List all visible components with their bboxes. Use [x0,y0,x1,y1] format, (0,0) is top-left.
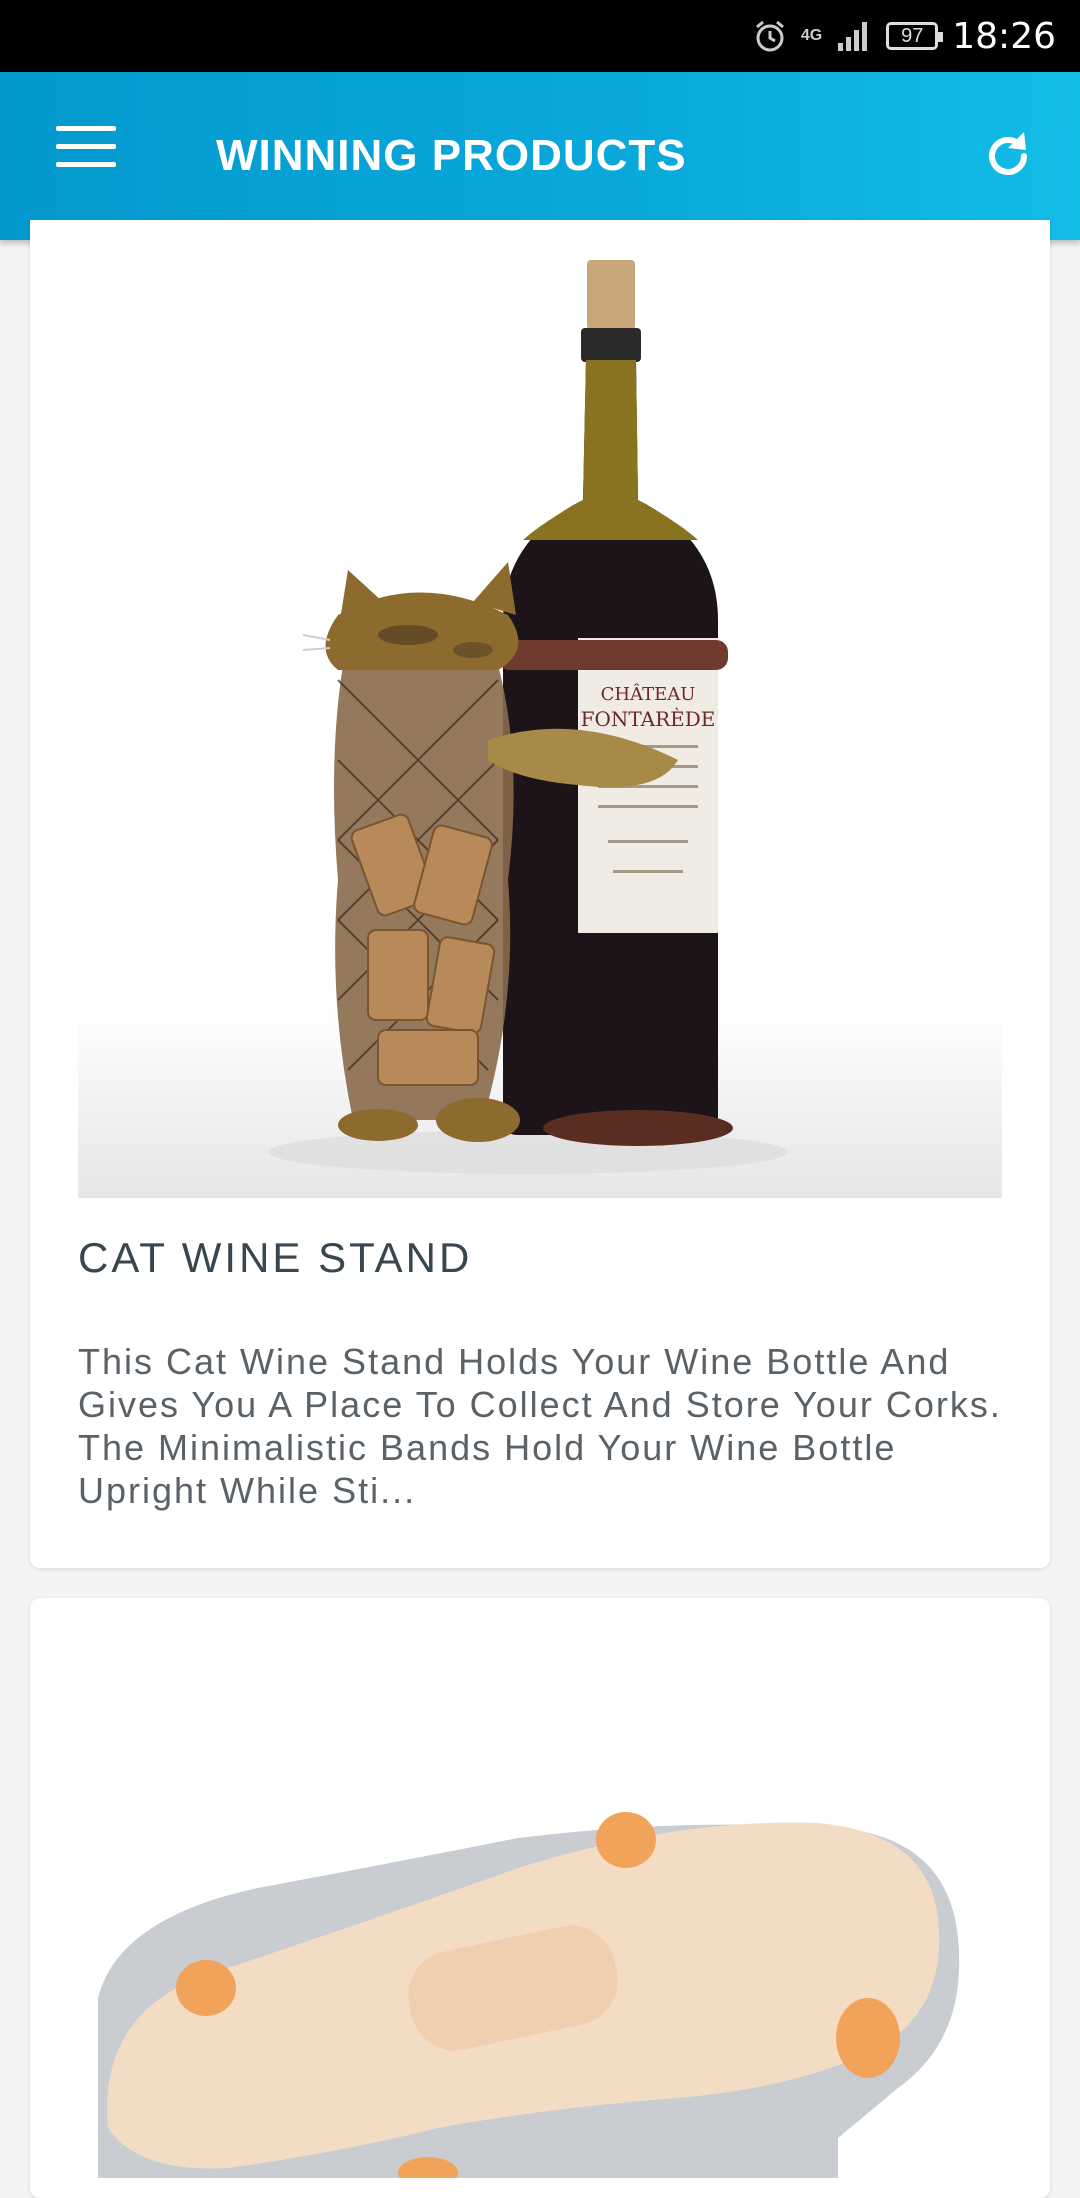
product-card[interactable]: CHÂTEAU FONTARÈDE CAT WINE STAND This Ca… [30,220,1050,1568]
product-image-art [98,1812,960,2178]
page-title: WINNING PRODUCTS [216,131,687,180]
product-image[interactable]: CHÂTEAU FONTARÈDE [78,240,1002,1198]
signal-icon [838,22,868,51]
status-icons: 4G 97 18:26 [753,0,1056,72]
app-bar: WINNING PRODUCTS [0,72,1080,240]
product-title[interactable]: CAT WINE STAND [78,1234,472,1282]
status-time: 18:26 [952,15,1056,57]
svg-text:CHÂTEAU: CHÂTEAU [601,682,696,705]
svg-text:FONTARÈDE: FONTARÈDE [581,707,716,731]
product-description: This Cat Wine Stand Holds Your Wine Bott… [78,1341,1002,1511]
product-card[interactable] [30,1598,1050,2198]
cat-wine-stand-image: CHÂTEAU FONTARÈDE [268,260,788,1174]
hamburger-menu-icon[interactable] [56,126,116,186]
alarm-icon [755,20,784,52]
network-type: 4G [800,27,823,44]
status-bar: 4G 97 18:26 [0,0,1080,72]
battery-icon: 97 [886,22,944,50]
product-image[interactable] [78,1618,1002,2178]
refresh-icon[interactable] [978,126,1038,186]
battery-level: 97 [901,24,924,47]
